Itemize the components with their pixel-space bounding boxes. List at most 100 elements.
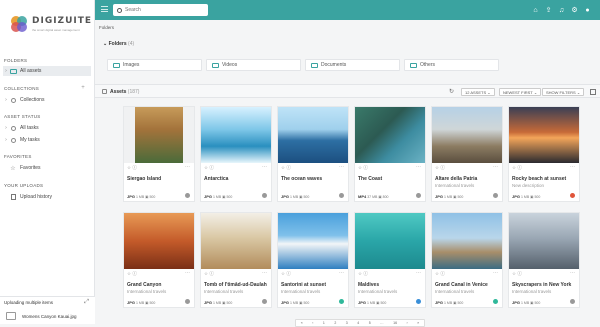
favorite-star-icon[interactable]: ☆: [127, 165, 131, 170]
asset-thumbnail[interactable]: [124, 107, 194, 163]
menu-icon[interactable]: [101, 6, 108, 13]
page-last-icon[interactable]: »: [417, 321, 419, 325]
asset-thumbnail[interactable]: [355, 107, 425, 163]
more-options-icon[interactable]: ⋯: [493, 270, 498, 276]
brand-logo[interactable]: DIGIZUITE the smart digital asset manage…: [9, 8, 91, 42]
asset-card[interactable]: ☆ ⓘ ⋯ Maldives International travels JPG 1 M…: [354, 212, 426, 308]
page-3[interactable]: 3: [346, 321, 348, 325]
asset-thumbnail[interactable]: [355, 213, 425, 269]
pagination[interactable]: « ‹ 1 2 3 4 5 … 16 › »: [295, 319, 425, 327]
favorite-star-icon[interactable]: ☆: [127, 271, 131, 276]
favorite-star-icon[interactable]: ☆: [204, 165, 208, 170]
refresh-icon[interactable]: ↻: [449, 88, 454, 95]
favorite-star-icon[interactable]: ☆: [281, 165, 285, 170]
asset-thumbnail[interactable]: [509, 107, 579, 163]
page-next-icon[interactable]: ›: [407, 321, 408, 325]
asset-card[interactable]: ☆ ⓘ ⋯ Grand Canyon International travels JPG…: [123, 212, 195, 308]
asset-card[interactable]: ☆ ⓘ ⋯ Tomb of I'timād-ud-Daulah Internation…: [200, 212, 272, 308]
asset-card[interactable]: ☆ ⓘ ⋯ Grand Canal in Venice International t…: [431, 212, 503, 308]
info-icon[interactable]: ⓘ: [363, 271, 368, 276]
sort-select[interactable]: NEWEST FIRST ⌄: [499, 88, 542, 96]
more-options-icon[interactable]: ⋯: [570, 270, 575, 276]
asset-thumbnail[interactable]: [124, 213, 194, 269]
asset-thumbnail[interactable]: [509, 213, 579, 269]
info-icon[interactable]: ⓘ: [440, 271, 445, 276]
more-options-icon[interactable]: ⋯: [570, 164, 575, 170]
sidebar-item-my-tasks[interactable]: › My tasks: [3, 135, 91, 145]
favorite-star-icon[interactable]: ☆: [512, 165, 516, 170]
asset-card[interactable]: ☆ ⓘ ⋯ The Coast MP4 37 MB ▣ 800: [354, 106, 426, 202]
more-options-icon[interactable]: ⋯: [185, 164, 190, 170]
asset-thumbnail[interactable]: [432, 107, 502, 163]
page-1[interactable]: 1: [323, 321, 325, 325]
avatar[interactable]: ●: [581, 5, 594, 15]
favorite-star-icon[interactable]: ☆: [512, 271, 516, 276]
breadcrumb[interactable]: Folders: [99, 25, 114, 30]
chevron-down-icon[interactable]: ⌄: [103, 41, 107, 47]
asset-thumbnail[interactable]: [278, 213, 348, 269]
more-options-icon[interactable]: ⋯: [339, 270, 344, 276]
favorite-star-icon[interactable]: ☆: [435, 165, 439, 170]
asset-thumbnail[interactable]: [432, 213, 502, 269]
more-options-icon[interactable]: ⋯: [185, 270, 190, 276]
more-options-icon[interactable]: ⋯: [339, 164, 344, 170]
sidebar-item-all-assets[interactable]: › All assets: [3, 66, 91, 76]
info-icon[interactable]: ⓘ: [363, 165, 368, 170]
folders-header[interactable]: ⌄ Folders (4): [103, 41, 134, 47]
info-icon[interactable]: ⓘ: [517, 271, 522, 276]
favorite-star-icon[interactable]: ☆: [435, 271, 439, 276]
page-prev-icon[interactable]: ‹: [312, 321, 313, 325]
info-icon[interactable]: ⓘ: [209, 271, 214, 276]
folder-others[interactable]: Others: [404, 59, 499, 71]
search-box[interactable]: [113, 4, 208, 16]
asset-thumbnail[interactable]: [201, 213, 271, 269]
more-options-icon[interactable]: ⋯: [262, 270, 267, 276]
sidebar-item-collections[interactable]: › Collections: [3, 95, 91, 105]
select-all-checkbox[interactable]: [102, 89, 107, 94]
page-16[interactable]: 16: [393, 321, 397, 325]
show-filters-button[interactable]: SHOW FILTERS ⌄: [542, 88, 585, 96]
gear-icon[interactable]: ⚙: [568, 5, 581, 15]
upload-icon[interactable]: ⇪: [542, 5, 555, 15]
favorite-star-icon[interactable]: ☆: [358, 271, 362, 276]
folder-videos[interactable]: Videos: [206, 59, 301, 71]
page-4[interactable]: 4: [357, 321, 359, 325]
asset-card[interactable]: ☆ ⓘ ⋯ Altare della Patria International tra…: [431, 106, 503, 202]
more-options-icon[interactable]: ⋯: [262, 164, 267, 170]
asset-card[interactable]: ☆ ⓘ ⋯ The ocean waves JPG 1 MB ▣ 500: [277, 106, 349, 202]
sidebar-item-upload-history[interactable]: Upload history: [3, 192, 91, 202]
page-2[interactable]: 2: [334, 321, 336, 325]
sidebar-item-favorites[interactable]: ☆ Favorites: [3, 163, 91, 173]
more-options-icon[interactable]: ⋯: [416, 164, 421, 170]
add-collection-icon[interactable]: +: [81, 85, 85, 91]
favorite-star-icon[interactable]: ☆: [358, 165, 362, 170]
grid-view-icon[interactable]: [590, 89, 596, 95]
favorite-star-icon[interactable]: ☆: [281, 271, 285, 276]
search-input[interactable]: [125, 7, 205, 13]
asset-thumbnail[interactable]: [278, 107, 348, 163]
sidebar-item-all-tasks[interactable]: › All tasks: [3, 123, 91, 133]
folder-documents[interactable]: Documents: [305, 59, 400, 71]
asset-card[interactable]: ☆ ⓘ ⋯ Siergao Island JPG 1 MB ▣ 500: [123, 106, 195, 202]
folder-images[interactable]: Images: [107, 59, 202, 71]
more-options-icon[interactable]: ⋯: [493, 164, 498, 170]
bell-icon[interactable]: ♫: [555, 5, 568, 15]
page-5[interactable]: 5: [369, 321, 371, 325]
asset-thumbnail[interactable]: [201, 107, 271, 163]
assets-per-page-select[interactable]: 12 ASSETS ⌄: [461, 88, 495, 96]
home-icon[interactable]: ⌂: [529, 5, 542, 15]
expand-icon[interactable]: ⤢: [84, 299, 89, 306]
info-icon[interactable]: ⓘ: [440, 165, 445, 170]
info-icon[interactable]: ⓘ: [286, 271, 291, 276]
info-icon[interactable]: ⓘ: [286, 165, 291, 170]
more-options-icon[interactable]: ⋯: [416, 270, 421, 276]
page-first-icon[interactable]: «: [301, 321, 303, 325]
info-icon[interactable]: ⓘ: [132, 271, 137, 276]
asset-card[interactable]: ☆ ⓘ ⋯ Santorini at sunset International tra…: [277, 212, 349, 308]
info-icon[interactable]: ⓘ: [209, 165, 214, 170]
favorite-star-icon[interactable]: ☆: [204, 271, 208, 276]
info-icon[interactable]: ⓘ: [517, 165, 522, 170]
asset-card[interactable]: ☆ ⓘ ⋯ Rocky beach at sunset New description…: [508, 106, 580, 202]
info-icon[interactable]: ⓘ: [132, 165, 137, 170]
asset-card[interactable]: ☆ ⓘ ⋯ Skyscrapers in New York International…: [508, 212, 580, 308]
